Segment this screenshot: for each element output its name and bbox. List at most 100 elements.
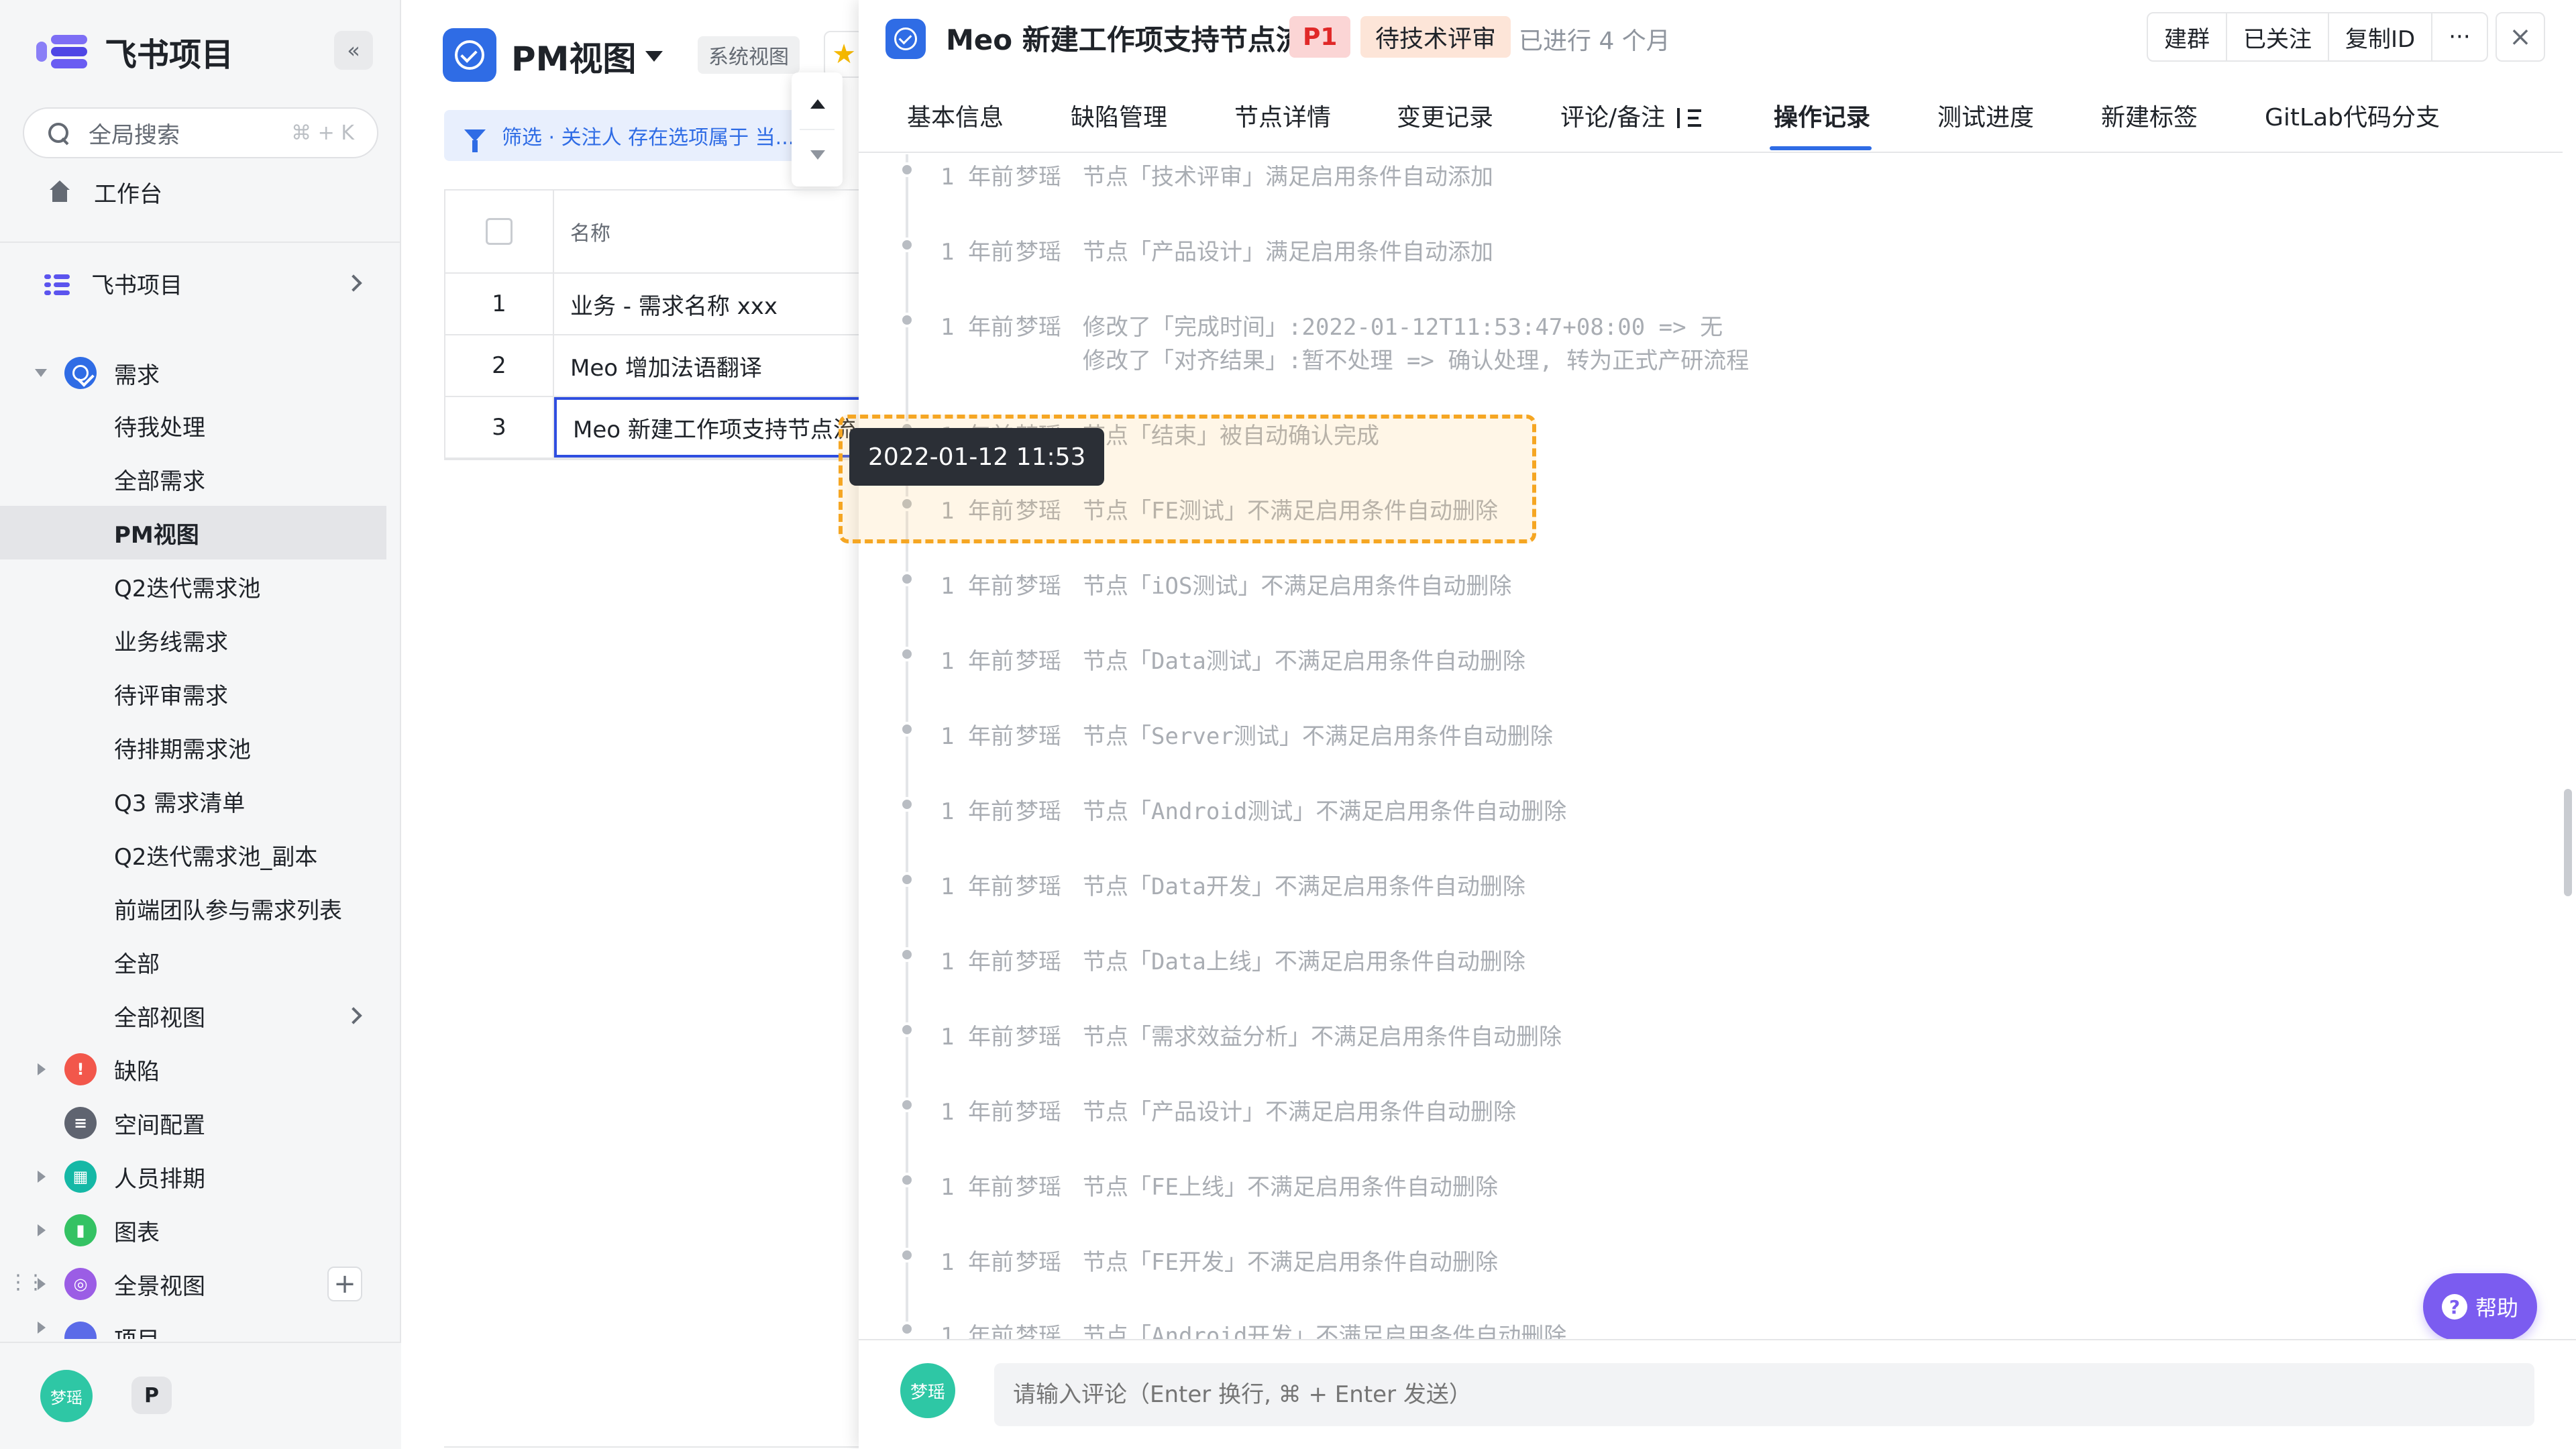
log-time[interactable]: 1 年前 [941,568,1014,600]
log-user: 梦瑶 [1016,1249,1061,1276]
system-view-tag: 系统视图 [698,36,800,74]
tab-defects[interactable]: 缺陷管理 [1071,98,1167,133]
tab-comments-label: 评论/备注 [1560,104,1666,131]
log-text: 节点「技术评审」满足启用条件自动添加 [1083,164,1493,191]
following-button[interactable]: 已关注 [2227,13,2329,60]
log-time[interactable]: 1 年前 [941,943,1014,976]
filter-bar[interactable]: 筛选 · 关注人 存在选项属于 当... [444,110,820,161]
nav-view-item[interactable]: Q2迭代需求池_副本 [0,828,386,881]
tab-operation-log[interactable]: 操作记录 [1774,98,1870,133]
timeline-dot [900,947,914,962]
tab-gitlab-branch[interactable]: GitLab代码分支 [2265,98,2440,133]
status-badge[interactable]: 待技术评审 [1360,16,1511,58]
collapse-sidebar-button[interactable]: « [334,31,373,70]
view-dropdown-icon[interactable] [645,51,663,62]
log-time[interactable]: 1 年前 [941,1018,1014,1051]
copy-id-button[interactable]: 复制ID [2329,13,2433,60]
chart-icon: ▮ [64,1214,97,1246]
previous-record-icon[interactable] [810,99,825,109]
nav-view-item[interactable]: 业务线需求 [0,613,386,667]
tab-basic-info[interactable]: 基本信息 [907,98,1004,133]
nav-workbench-label: 工作台 [94,180,162,208]
search-icon [47,121,70,144]
log-user: 梦瑶 [1016,164,1061,191]
nav-section-projects[interactable]: 项目 [0,1311,386,1339]
tab-comments[interactable]: 评论/备注 [1560,98,1702,133]
log-time[interactable]: 1 年前 [941,793,1014,826]
nav-view-label: 待排期需求池 [114,736,251,763]
log-time[interactable]: 1 年前 [941,718,1014,751]
workspace-badge[interactable]: P [131,1377,172,1414]
section-label: 空间配置 [114,1112,205,1139]
home-icon [47,180,72,203]
log-scrollbar[interactable] [2564,789,2572,896]
nav-view-item[interactable]: 全部 [0,935,386,989]
nav-section-requirements[interactable]: 需求 [0,346,386,400]
sort-icon[interactable] [1676,108,1702,129]
close-icon[interactable]: × [2496,12,2545,62]
row-number: 1 [445,274,554,334]
tab-change-log[interactable]: 变更记录 [1397,98,1493,133]
log-time[interactable]: 1 年前 [941,158,1014,191]
log-time[interactable]: 1 年前 [941,309,1014,341]
tab-new-tag[interactable]: 新建标签 [2101,98,2198,133]
log-user: 梦瑶 [1016,1024,1061,1051]
log-time[interactable]: 1 年前 [941,1244,1014,1277]
row-name[interactable]: Meo 新建工作项支持节点流 [554,397,873,458]
nav-view-item[interactable]: 待排期需求池 [0,720,386,774]
nav-section-scheduling[interactable]: ▦ 人员排期 [0,1150,386,1203]
next-record-icon[interactable] [810,150,825,160]
more-icon[interactable]: ··· [2432,13,2486,60]
select-all-checkbox[interactable] [486,218,513,245]
project-list-icon [44,273,70,295]
nav-view-item-selected[interactable]: PM视图 [0,506,386,559]
table-row[interactable]: 1 业务 - 需求名称 xxx [445,274,873,335]
help-button[interactable]: ? 帮助 [2423,1273,2537,1340]
detail-drawer: Meo 新建工作项支持节点流 P1 待技术评审 已进行 4 个月 建群 已关注 … [859,0,2576,1449]
log-time[interactable]: 1 年前 [941,1093,1014,1126]
nav-project-root[interactable]: 飞书项目 [0,256,386,310]
table-row-selected[interactable]: 3 Meo 新建工作项支持节点流 [445,397,873,459]
log-text: 节点「FE上线」不满足启用条件自动删除 [1083,1174,1498,1201]
nav-section-space-config[interactable]: ≡ 空间配置 [0,1096,386,1150]
log-time[interactable]: 1 年前 [941,233,1014,266]
star-icon[interactable]: ★ [824,31,864,78]
work-item-title[interactable]: Meo 新建工作项支持节点流 [946,17,1304,58]
log-time[interactable]: 1 年前 [941,868,1014,901]
log-time[interactable]: 1 年前 [941,643,1014,676]
nav-view-item[interactable]: 全部需求 [0,452,386,506]
timeline-dot [900,1173,914,1187]
app-logo[interactable]: 飞书项目 [36,28,233,75]
nav-view-item[interactable]: Q3 需求清单 [0,774,386,828]
tab-node-details[interactable]: 节点详情 [1234,98,1331,133]
nav-section-defects[interactable]: ! 缺陷 [0,1042,386,1096]
row-name[interactable]: Meo 增加法语翻译 [554,335,873,396]
user-avatar[interactable]: 梦瑶 [40,1370,93,1422]
view-title[interactable]: PM视图 [511,32,636,80]
log-user: 梦瑶 [1016,873,1061,900]
nav-view-item[interactable]: Q2迭代需求池 [0,559,386,613]
nav-view-label: PM视图 [114,521,199,549]
nav-view-item[interactable]: 待评审需求 [0,667,386,720]
expand-right-icon [38,1224,46,1236]
log-time[interactable]: 1 年前 [941,1169,1014,1201]
global-search[interactable]: 全局搜索 ⌘ + K [23,107,378,158]
nav-view-item[interactable]: 待我处理 [0,398,386,452]
column-header-name[interactable]: 名称 [570,217,610,246]
nav-section-charts[interactable]: ▮ 图表 [0,1203,386,1257]
table-row[interactable]: 2 Meo 增加法语翻译 [445,335,873,397]
help-label: 帮助 [2475,1295,2518,1321]
work-item-table: 名称 1 业务 - 需求名称 xxx 2 Meo 增加法语翻译 3 Meo 新建… [444,189,873,460]
row-name[interactable]: 业务 - 需求名称 xxx [554,274,873,334]
priority-badge[interactable]: P1 [1289,16,1351,58]
nav-workbench[interactable]: 工作台 [0,165,386,219]
nav-view-label: Q2迭代需求池_副本 [114,843,318,871]
nav-view-all-views[interactable]: 全部视图 [0,989,386,1042]
nav-section-panorama[interactable]: ⋮⋮ ◎ 全景视图 + [0,1257,386,1311]
create-group-button[interactable]: 建群 [2148,13,2227,60]
log-text: 节点「Data测试」不满足启用条件自动删除 [1083,648,1525,675]
comment-input[interactable] [994,1363,2534,1426]
nav-view-item[interactable]: 前端团队参与需求列表 [0,881,386,935]
tab-test-progress[interactable]: 测试进度 [1937,98,2034,133]
add-view-button[interactable]: + [327,1267,362,1301]
